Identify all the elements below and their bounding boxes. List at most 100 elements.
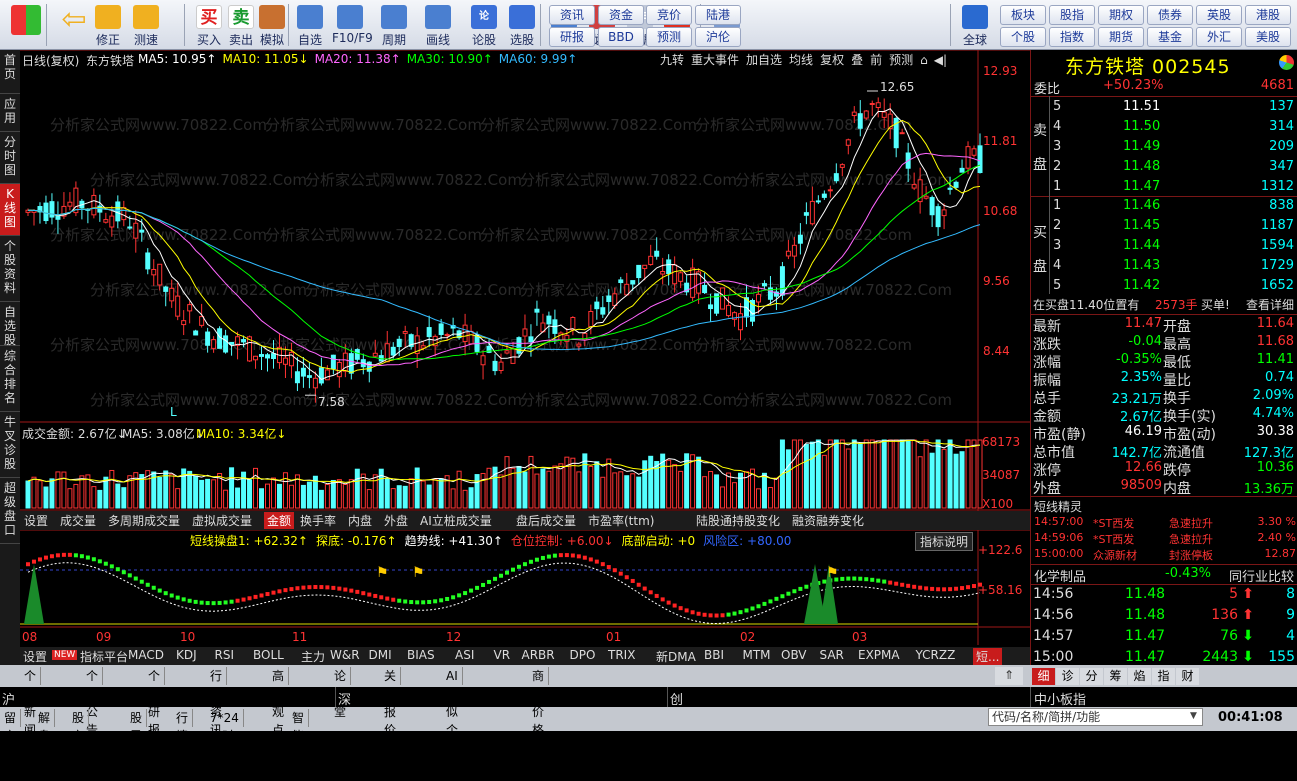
thumbs-up-button[interactable]: 修正 <box>90 3 126 47</box>
volume-indicator-tab[interactable]: 多周期成交量 <box>108 512 180 529</box>
indicator-tab[interactable]: TRIX <box>608 648 635 662</box>
indicator-tab[interactable]: RSI <box>215 648 235 662</box>
sprite-title[interactable]: 短线精灵 <box>1034 498 1082 515</box>
bottom-tool-tab[interactable]: 股市日记 <box>68 709 90 779</box>
indicator-tab[interactable]: ASI <box>455 648 474 662</box>
lock-icon[interactable]: ⌂ <box>920 53 928 67</box>
chart-header-button[interactable]: 重大事件 <box>691 53 739 67</box>
view-detail-link[interactable]: 查看详细 <box>1246 296 1294 313</box>
bottom-tool-tab[interactable]: 股灵通 <box>126 709 148 761</box>
volume-indicator-tab[interactable]: 外盘 <box>384 512 408 529</box>
indicator-tab[interactable]: EXPMA <box>858 648 900 662</box>
right-panel-tab[interactable]: 焰 <box>1128 668 1151 685</box>
market-index-label[interactable]: 中小板指 <box>1034 689 1086 708</box>
nav-17-button[interactable]: 期货 <box>1098 27 1144 47</box>
nav-8-button[interactable]: 债券 <box>1147 5 1193 25</box>
volume-indicator-tab[interactable]: 融资融券变化 <box>792 512 864 529</box>
indicator-tab[interactable]: BBI <box>704 648 724 662</box>
pie-icon[interactable] <box>1279 55 1294 70</box>
nav-12-button[interactable]: BBD <box>598 27 644 47</box>
left-nav-item[interactable]: 首页 <box>0 50 20 94</box>
magnifier-chart-button[interactable]: 选股 <box>504 3 540 47</box>
stopwatch-button[interactable]: 测速 <box>128 3 164 47</box>
nav-16-button[interactable]: 指数 <box>1049 27 1095 47</box>
chart-header-button[interactable]: 加自选 <box>746 53 782 67</box>
pencil-button[interactable]: 画线 <box>420 3 456 47</box>
buy-button[interactable]: 买买入 <box>191 3 227 47</box>
left-nav-item[interactable]: K线图 <box>0 184 20 236</box>
indicator-tab[interactable]: VR <box>494 648 511 662</box>
kline-chart-area[interactable]: 分析家公式网www.70822.Com 分析家公式网www.70822.Com 分析… <box>20 49 1030 665</box>
sprite-stock[interactable]: 众源新材 <box>1093 547 1137 563</box>
market-index-label[interactable]: 深 <box>338 689 351 708</box>
nav-19-button[interactable]: 外汇 <box>1196 27 1242 47</box>
chart-header-button[interactable]: 均线 <box>789 53 813 67</box>
stock-info-tab[interactable]: 个股新闻 <box>20 667 42 737</box>
nav-9-button[interactable]: 英股 <box>1196 5 1242 25</box>
left-nav-item[interactable]: 综合排名 <box>0 346 20 412</box>
indicator-tab[interactable]: 指标平台 <box>80 648 128 665</box>
stock-info-tab[interactable]: 行业资讯 <box>206 667 228 737</box>
right-panel-tab[interactable]: 细 <box>1032 668 1055 685</box>
app-logo-button[interactable] <box>4 3 48 47</box>
chart-header-button[interactable]: 九转 <box>660 53 684 67</box>
right-panel-tab[interactable]: 诊 <box>1056 668 1079 685</box>
chat-button[interactable]: 论论股 <box>466 3 502 47</box>
bottom-tool-tab[interactable]: 行情 <box>172 709 194 743</box>
right-panel-tab[interactable]: 分 <box>1080 668 1103 685</box>
left-nav-item[interactable]: 分时图 <box>0 132 20 184</box>
indicator-tab[interactable]: ARBR <box>522 648 555 662</box>
period-label[interactable]: 日线(复权) <box>22 52 79 69</box>
indicator-tab[interactable]: 主力 <box>301 648 325 665</box>
f10-button[interactable]: F10/F9 <box>332 3 373 47</box>
left-nav-item[interactable]: 个股资料 <box>0 236 20 302</box>
left-nav-item[interactable]: 超级盘口 <box>0 478 20 544</box>
nav-13-button[interactable]: 预测 <box>646 27 692 47</box>
nav-11-button[interactable]: 研报 <box>549 27 595 47</box>
indicator-tab[interactable]: W&R <box>330 648 360 662</box>
stock-info-tab[interactable]: AI相似个股 <box>442 667 463 755</box>
chart-header-button[interactable]: 叠 <box>851 53 863 67</box>
kline-chart-svg[interactable]: 分析家公式网www.70822.Com分析家公式网www.70822.Com分析… <box>20 49 1030 645</box>
indicator-tab[interactable]: MTM <box>743 648 771 662</box>
indicator-tab[interactable]: DPO <box>570 648 596 662</box>
volume-indicator-tab[interactable]: 换手率 <box>300 512 336 529</box>
nav-6-button[interactable]: 股指 <box>1049 5 1095 25</box>
indicator-tab[interactable]: 短... <box>973 648 1003 665</box>
indicator-tab[interactable]: OBV <box>781 648 807 662</box>
indicator-tab[interactable]: YCRZZ <box>916 648 956 662</box>
nav-4-button[interactable]: 陆港 <box>695 5 741 25</box>
chart-header-button[interactable]: 预测 <box>889 53 913 67</box>
bottom-tool-tab[interactable]: 留言 <box>0 709 22 743</box>
left-nav-item[interactable]: 应用 <box>0 94 20 132</box>
search-input[interactable]: 代码/名称/简拼/功能 <box>988 708 1203 726</box>
nav-10-button[interactable]: 港股 <box>1245 5 1291 25</box>
nav-15-button[interactable]: 个股 <box>1000 27 1046 47</box>
stock-info-tab[interactable]: 关联报价 <box>380 667 402 737</box>
volume-indicator-tab[interactable]: 盘后成交量 <box>516 512 576 529</box>
chart-header-button[interactable]: 前 <box>870 53 882 67</box>
volume-indicator-tab[interactable]: 虚拟成交量 <box>192 512 252 529</box>
volume-indicator-tab[interactable]: 金额 <box>264 512 295 529</box>
industry-compare-link[interactable]: 同行业比较 <box>1229 566 1294 585</box>
bottom-tool-tab[interactable]: 7*24小时 <box>206 709 244 743</box>
sprite-stock[interactable]: *ST西发 <box>1093 515 1134 531</box>
stock-info-tab[interactable]: 高手观点 <box>268 667 290 737</box>
indicator-tab[interactable]: MACD <box>128 648 164 662</box>
hammer-button[interactable]: 模拟 <box>254 3 290 47</box>
indicator-tab[interactable]: 新DMA <box>656 648 696 665</box>
star-button[interactable]: 自选 <box>292 3 328 47</box>
chart-header-button[interactable]: 复权 <box>820 53 844 67</box>
indicator-tab[interactable]: KDJ <box>176 648 197 662</box>
market-index-label[interactable]: 沪 <box>2 689 15 708</box>
indicator-tab[interactable]: 设置 <box>23 648 47 665</box>
nav-3-button[interactable]: 竞价 <box>646 5 692 25</box>
indicator-tab[interactable]: BIAS <box>407 648 435 662</box>
volume-indicator-tab[interactable]: AI立桩成交量 <box>420 512 492 529</box>
volume-indicator-tab[interactable]: 成交量 <box>60 512 96 529</box>
volume-indicator-tab[interactable]: 陆股通持股变化 <box>696 512 780 529</box>
sprite-stock[interactable]: *ST西发 <box>1093 531 1134 547</box>
nav-14-button[interactable]: 沪伦 <box>695 27 741 47</box>
bottom-tool-tab[interactable]: 解盘 <box>34 709 56 743</box>
stock-info-tab[interactable]: 个股研报 <box>144 667 166 737</box>
